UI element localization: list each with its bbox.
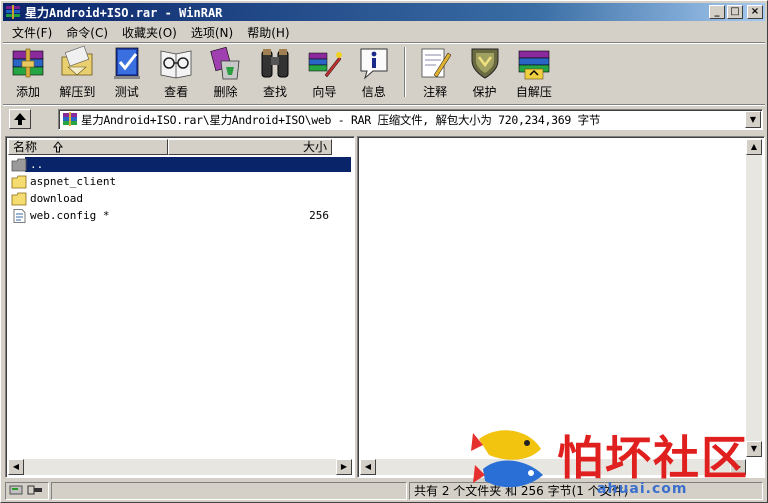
folder-icon: [11, 175, 27, 188]
delete-label: 删除: [213, 85, 238, 99]
info-button[interactable]: 信息: [353, 45, 395, 101]
status-selection-cell: [51, 482, 407, 500]
protect-label: 保护: [472, 85, 497, 99]
file-size: 256: [309, 209, 329, 222]
test-book-icon: [113, 47, 140, 79]
scroll-right-button[interactable]: ▶: [336, 459, 352, 475]
file-row-aspnet-client[interactable]: aspnet_client: [9, 173, 351, 190]
folder-up-icon: [11, 158, 27, 171]
window-title: 星力Android+ISO.rar - WinRAR: [25, 5, 223, 20]
info-label: 信息: [361, 85, 386, 99]
find-label: 查找: [262, 85, 287, 99]
status-bar: 共有 2 个文件夹 和 256 字节(1 个文件): [5, 481, 765, 500]
info-pane: ▲ ▼ ◀ ▶: [357, 136, 765, 478]
view-label: 查看: [164, 85, 189, 99]
info-icon: [360, 48, 388, 80]
sfx-label: 自解压: [515, 85, 552, 99]
delete-recycle-icon: [209, 46, 240, 80]
folder-icon: [11, 192, 27, 205]
status-summary: 共有 2 个文件夹 和 256 字节(1 个文件): [409, 482, 763, 500]
file-name: aspnet_client: [30, 175, 117, 188]
minimize-button[interactable]: _: [709, 5, 725, 19]
add-button[interactable]: 添加: [7, 45, 49, 101]
close-button[interactable]: ×: [747, 5, 763, 19]
comment-label: 注释: [423, 85, 448, 99]
add-label: 添加: [15, 85, 40, 99]
extract-folder-icon: [61, 45, 93, 76]
sfx-button[interactable]: 自解压: [513, 45, 555, 101]
address-path: 星力Android+ISO.rar\星力Android+ISO\web - RA…: [81, 112, 601, 127]
test-button[interactable]: 测试: [106, 45, 148, 101]
scroll-down-button[interactable]: ▼: [746, 441, 762, 457]
protect-button[interactable]: 保护: [464, 45, 506, 101]
view-glasses-icon: [160, 50, 192, 79]
toolbar-separator-line: [3, 104, 765, 106]
column-name-label: 名称: [13, 140, 38, 154]
shield-icon: [471, 48, 499, 79]
wizard-label: 向导: [312, 85, 337, 99]
binoculars-icon: [261, 49, 289, 78]
drive-icon: [9, 485, 42, 495]
file-row-parent[interactable]: ..: [9, 156, 351, 173]
address-field[interactable]: 星力Android+ISO.rar\星力Android+ISO\web - RA…: [58, 109, 763, 130]
view-button[interactable]: 查看: [155, 45, 197, 101]
up-arrow-icon: [14, 113, 26, 125]
wizard-icon: [309, 52, 343, 78]
comment-pencil-icon: [421, 48, 452, 78]
rar-archive-icon: [63, 112, 77, 126]
file-name: download: [30, 192, 83, 205]
toolbar: 添加 解压到 测试 查看 删除 查找 向导 信息 注释 保护 自解压: [7, 45, 562, 101]
column-size-label: 大小: [302, 140, 327, 154]
extract-to-button[interactable]: 解压到: [56, 45, 98, 101]
winrar-window: 星力Android+ISO.rar - WinRAR _ □ × 文件(F) 命…: [0, 0, 768, 503]
sort-up-icon: [53, 141, 63, 153]
extract-to-label: 解压到: [59, 85, 96, 99]
file-name: web.config *: [30, 209, 110, 222]
right-vertical-scrollbar[interactable]: ▲ ▼: [746, 139, 762, 457]
comment-button[interactable]: 注释: [414, 45, 456, 101]
right-horizontal-scrollbar[interactable]: ◀ ▶: [360, 459, 746, 475]
title-bar[interactable]: 星力Android+ISO.rar - WinRAR _ □ ×: [3, 3, 765, 21]
file-list-pane: 名称 大小 .. aspnet_client download web.conf…: [5, 136, 355, 478]
delete-button[interactable]: 删除: [205, 45, 247, 101]
toolbar-separator: [404, 47, 407, 97]
file-name: ..: [30, 158, 44, 171]
sfx-books-icon: [518, 50, 550, 80]
menu-help[interactable]: 帮助(H): [240, 23, 296, 41]
config-file-icon: [13, 208, 26, 223]
menu-separator: [3, 42, 765, 44]
file-list: .. aspnet_client download web.config * 2…: [9, 156, 351, 224]
wizard-button[interactable]: 向导: [303, 45, 345, 101]
address-bar: 星力Android+ISO.rar\星力Android+ISO\web - RA…: [5, 108, 765, 131]
test-label: 测试: [114, 85, 139, 99]
left-horizontal-scrollbar[interactable]: ◀ ▶: [8, 459, 352, 475]
menu-commands[interactable]: 命令(C): [59, 23, 115, 41]
menu-options[interactable]: 选项(N): [184, 23, 240, 41]
column-header: 名称 大小: [8, 139, 332, 155]
menu-bar: 文件(F) 命令(C) 收藏夹(O) 选项(N) 帮助(H): [5, 23, 297, 41]
scroll-left-button[interactable]: ◀: [8, 459, 24, 475]
column-name-header[interactable]: 名称: [8, 139, 168, 155]
find-button[interactable]: 查找: [254, 45, 296, 101]
file-row-web-config[interactable]: web.config * 256: [9, 207, 351, 224]
address-dropdown-button[interactable]: ▼: [745, 111, 761, 128]
winrar-app-icon: [6, 5, 20, 19]
file-row-download[interactable]: download: [9, 190, 351, 207]
menu-file[interactable]: 文件(F): [5, 23, 59, 41]
maximize-button[interactable]: □: [727, 5, 743, 19]
up-folder-button[interactable]: [9, 109, 31, 129]
scroll-right-button[interactable]: ▶: [730, 459, 746, 475]
menu-favorites[interactable]: 收藏夹(O): [115, 23, 184, 41]
scroll-up-button[interactable]: ▲: [746, 139, 762, 155]
scroll-left-button[interactable]: ◀: [360, 459, 376, 475]
column-size-header[interactable]: 大小: [168, 139, 332, 155]
status-drive-cell: [5, 482, 49, 500]
books-add-icon: [12, 48, 44, 78]
